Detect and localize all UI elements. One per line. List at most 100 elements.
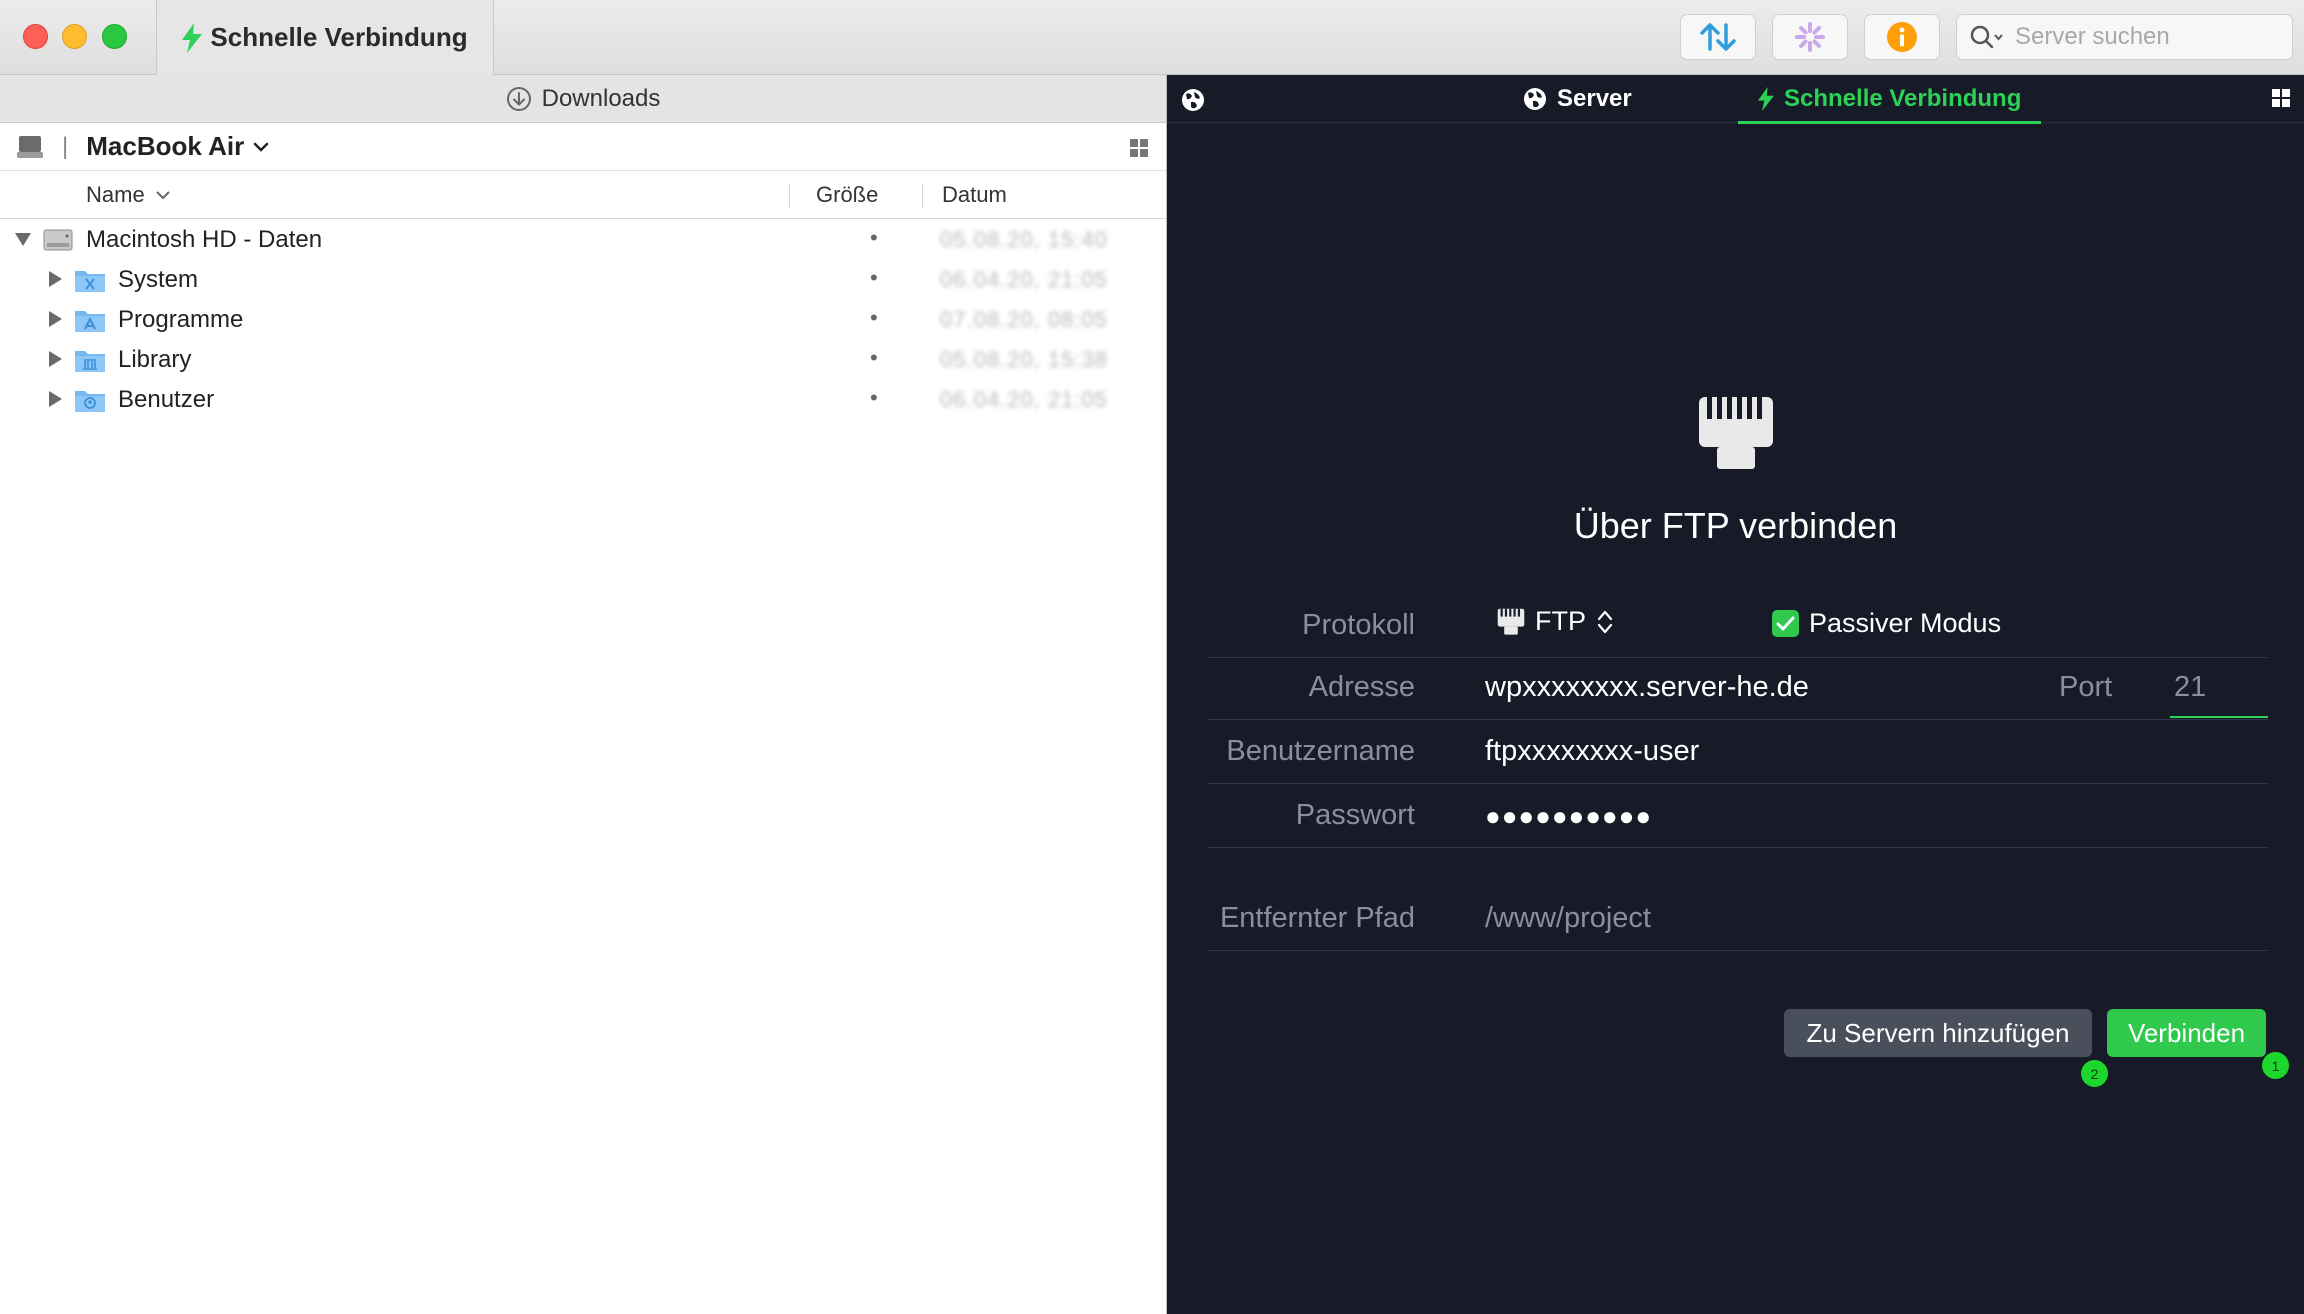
address-label: Adresse [1308,671,1415,703]
annotation-badge-1: 1 [2262,1052,2289,1079]
hard-drive-icon [43,229,73,251]
column-divider [789,183,790,209]
location-bar: | MacBook Air [0,123,1166,171]
disclosure-open-icon[interactable] [13,229,33,249]
protocol-label: Protokoll [1302,609,1415,641]
username-field[interactable]: ftpxxxxxxxx-user [1485,735,1699,768]
file-name: System [118,266,199,293]
lightning-icon [1758,87,1774,111]
username-label: Benutzername [1226,735,1415,767]
location-label: MacBook Air [86,131,245,161]
location-dropdown[interactable]: MacBook Air [86,131,270,162]
spinner-icon [1795,22,1825,52]
port-label: Port [2059,671,2113,703]
window-tab[interactable]: Schnelle Verbindung [156,0,494,75]
globe-icon[interactable] [1181,88,1205,112]
file-date: 05.08.20, 15:38 [940,347,1108,372]
column-divider [922,183,923,209]
password-field[interactable]: ●●●●●●●●●● [1485,801,1652,832]
system-folder-icon [75,271,105,292]
maximize-window-button[interactable] [102,24,127,49]
location-separator: | [62,132,69,160]
info-icon [1887,22,1917,52]
port-field[interactable]: 21 [2170,671,2268,718]
applications-folder-icon [75,311,105,332]
column-size-label: Größe [816,182,879,207]
column-date-label: Datum [942,182,1007,207]
column-name-label: Name [86,182,145,207]
server-search-input[interactable] [2013,22,2277,52]
file-size: • [870,305,878,330]
local-pane-header: Downloads [0,75,1166,123]
connect-button[interactable]: Verbinden [2107,1009,2266,1057]
updown-chevron-icon [1597,610,1613,633]
disclosure-closed-icon[interactable] [46,309,64,329]
sort-chevron-icon [155,191,170,200]
ethernet-port-icon [1699,397,1773,469]
info-button[interactable] [1864,14,1940,60]
protocol-select[interactable]: FTP [1497,606,1614,637]
connect-heading: Über FTP verbinden [1573,505,1898,546]
file-date: 06.04.20, 21:05 [940,267,1108,292]
password-label: Passwort [1295,799,1415,831]
username-row: Benutzername ftpxxxxxxxx-user [1207,721,2268,784]
file-date: 06.04.20, 21:05 [940,387,1108,412]
file-name: Benutzer [118,386,215,413]
file-size: • [870,385,878,410]
search-icon [1970,25,2003,49]
chevron-down-icon [253,142,269,152]
column-header: Name Größe Datum [0,171,1166,219]
protocol-value: FTP [1535,606,1586,636]
file-row-library[interactable]: Library • 05.08.20, 15:38 [0,339,1166,379]
address-field[interactable]: wpxxxxxxxx.server-he.de [1485,671,1809,704]
transfer-button[interactable] [1680,14,1756,60]
passive-mode-checkbox[interactable]: Passiver Modus [1772,608,2001,639]
remote-path-row: Entfernter Pfad /www/project [1207,888,2268,951]
library-folder-icon [75,351,105,372]
transfer-arrows-icon [1700,23,1736,51]
remote-path-label: Entfernter Pfad [1219,902,1415,934]
file-size: • [870,225,878,250]
remote-tab-bar: Server Schnelle Verbindung [1167,75,2304,124]
ethernet-port-icon [1497,608,1525,635]
window-title: Schnelle Verbindung [210,22,468,52]
disclosure-closed-icon[interactable] [46,269,64,289]
protocol-row: Protokoll FTP Passiver Modus [1207,595,2268,658]
file-size: • [870,345,878,370]
file-row-benutzer[interactable]: Benutzer • 06.04.20, 21:05 [0,379,1166,419]
annotation-badge-2: 2 [2081,1060,2108,1087]
download-circle-icon [506,86,531,111]
passive-mode-label: Passiver Modus [1809,608,2002,638]
disclosure-closed-icon[interactable] [46,389,64,409]
column-name[interactable]: Name [86,171,171,219]
users-folder-icon [75,391,105,412]
view-grid-icon[interactable] [1130,139,1148,157]
column-size[interactable]: Größe [816,171,878,219]
remote-path-field[interactable]: /www/project [1485,902,1651,935]
file-date: 07.08.20, 08:05 [940,307,1108,332]
tab-quick-connect-label: Schnelle Verbindung [1784,85,2022,112]
checkmark-icon [1772,610,1799,637]
file-size: • [870,265,878,290]
tab-server[interactable]: Server [1523,75,1632,123]
activity-button[interactable] [1772,14,1848,60]
view-grid-icon[interactable] [2272,89,2290,107]
file-name: Library [118,346,192,373]
add-to-servers-button[interactable]: Zu Servern hinzufügen [1784,1009,2092,1057]
close-window-button[interactable] [23,24,48,49]
minimize-window-button[interactable] [62,24,87,49]
tab-quick-connect[interactable]: Schnelle Verbindung [1738,75,2042,124]
column-date[interactable]: Datum [942,171,1007,219]
local-browser-pane: Downloads | MacBook Air Name Größe Datum… [0,75,1167,1314]
file-name: Programme [118,306,244,333]
disk-icon [17,135,43,158]
globe-icon [1524,88,1546,110]
tab-server-label: Server [1557,85,1632,112]
title-bar: Schnelle Verbindung [0,0,2304,75]
file-row-system[interactable]: System • 06.04.20, 21:05 [0,259,1166,299]
file-row-programme[interactable]: Programme • 07.08.20, 08:05 [0,299,1166,339]
file-row-macintosh-hd[interactable]: Macintosh HD - Daten • 05.08.20, 15:40 [0,219,1166,259]
disclosure-closed-icon[interactable] [46,349,64,369]
server-search[interactable] [1956,14,2293,60]
file-name: Macintosh HD - Daten [86,226,323,253]
